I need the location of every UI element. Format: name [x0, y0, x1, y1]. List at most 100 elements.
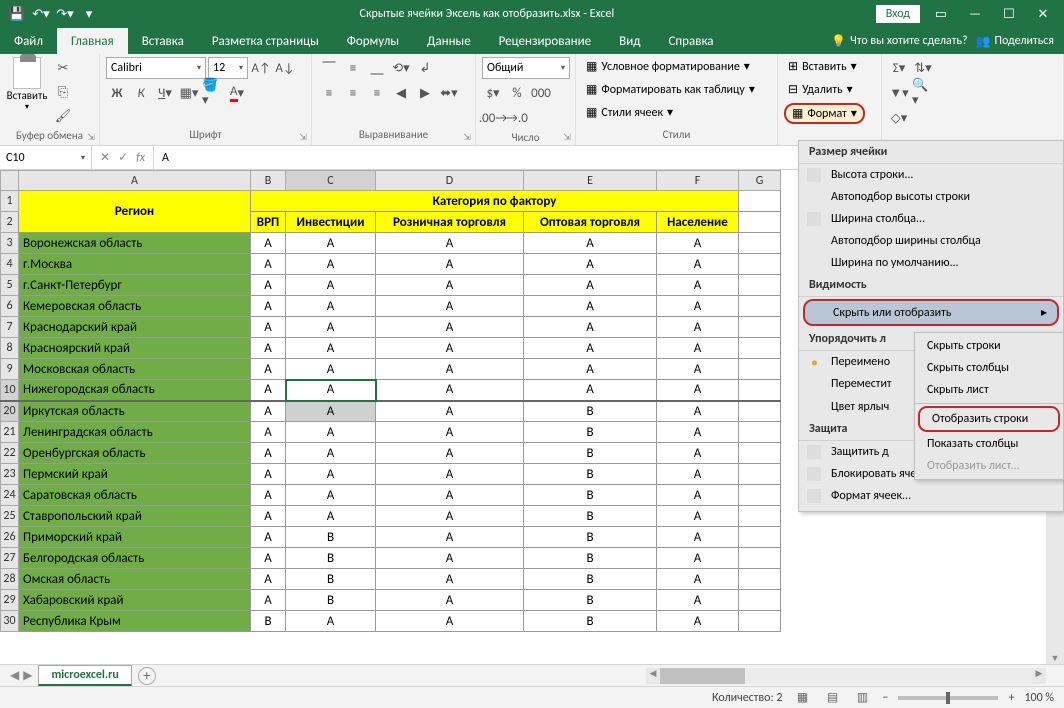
row-header[interactable]: 23	[1, 464, 19, 485]
menu-hide-unhide[interactable]: Скрыть или отобразить▸	[803, 299, 1059, 326]
cell[interactable]: A	[251, 590, 286, 611]
cell[interactable]: A	[657, 296, 739, 317]
cell[interactable]: A	[286, 233, 376, 254]
cell[interactable]: A	[376, 611, 524, 632]
row-header[interactable]: 30	[1, 611, 19, 632]
tab-page-layout[interactable]: Разметка страницы	[198, 28, 333, 54]
align-top-icon[interactable]: ⎺	[318, 57, 340, 79]
format-painter-icon[interactable]: 🖌	[52, 105, 74, 127]
cell[interactable]	[739, 359, 781, 380]
cell[interactable]: г.Москва	[19, 254, 251, 275]
row-header[interactable]: 28	[1, 569, 19, 590]
row-header[interactable]: 6	[1, 296, 19, 317]
number-launcher-icon[interactable]: ⇲	[561, 131, 573, 143]
cell[interactable]: A	[251, 506, 286, 527]
scroll-thumb[interactable]	[660, 668, 745, 684]
cell[interactable]: A	[286, 506, 376, 527]
submenu-unhide-sheet[interactable]: Отобразить лист...	[915, 455, 1063, 477]
cell[interactable]: A	[524, 380, 657, 401]
border-icon[interactable]: ▦▾	[178, 82, 200, 104]
cell[interactable]: A	[376, 443, 524, 464]
cell[interactable]: A	[251, 548, 286, 569]
cell[interactable]: A	[251, 443, 286, 464]
cell[interactable]: B	[524, 527, 657, 548]
row-header[interactable]: 29	[1, 590, 19, 611]
row-header[interactable]: 10	[1, 380, 19, 401]
row-header[interactable]: 1	[1, 191, 19, 212]
cell[interactable]: A	[657, 317, 739, 338]
cell[interactable]: A	[376, 254, 524, 275]
cell[interactable]: Красноярский край	[19, 338, 251, 359]
italic-button[interactable]: К	[130, 82, 152, 104]
row-header[interactable]: 4	[1, 254, 19, 275]
row-header[interactable]: 20	[1, 401, 19, 422]
orientation-icon[interactable]: ⟲▾	[390, 57, 412, 79]
column-header[interactable]: G	[739, 171, 781, 191]
cell[interactable]	[739, 464, 781, 485]
cell[interactable]: Московская область	[19, 359, 251, 380]
row-header[interactable]: 8	[1, 338, 19, 359]
cell[interactable]: Ставропольский край	[19, 506, 251, 527]
cell[interactable]	[739, 254, 781, 275]
format-cells-button[interactable]: ▦Формат▾	[784, 103, 865, 124]
cut-icon[interactable]: ✂	[52, 57, 74, 79]
cell[interactable]: A	[657, 422, 739, 443]
cell[interactable]: B	[524, 443, 657, 464]
insert-cells-button[interactable]: ⊞Вставить▾	[784, 57, 861, 76]
cell[interactable]: A	[251, 380, 286, 401]
clear-icon[interactable]: ◇▾	[888, 107, 910, 129]
tell-me-input[interactable]: 💡 Что вы хотите сделать?	[831, 34, 967, 49]
delete-cells-button[interactable]: ⊟Удалить▾	[784, 80, 857, 99]
zoom-slider[interactable]	[898, 696, 998, 700]
cell[interactable]: Пермский край	[19, 464, 251, 485]
normal-view-icon[interactable]: ▦	[792, 690, 812, 706]
cell[interactable]: A	[376, 338, 524, 359]
cell[interactable]: A	[376, 317, 524, 338]
column-header[interactable]: A	[19, 171, 251, 191]
undo-icon[interactable]: ↶▾	[32, 5, 50, 23]
cell[interactable]: A	[251, 233, 286, 254]
tab-data[interactable]: Данные	[413, 28, 485, 54]
increase-decimal-icon[interactable]: .00→	[482, 107, 504, 129]
cell[interactable]	[739, 233, 781, 254]
horizontal-scrollbar[interactable]: ◀ ▶	[646, 668, 1046, 684]
cell[interactable]: A	[376, 548, 524, 569]
share-button[interactable]: 👥 Поделиться	[976, 34, 1054, 49]
column-header[interactable]: C	[286, 171, 376, 191]
cell[interactable]	[739, 401, 781, 422]
cell[interactable]: A	[524, 296, 657, 317]
accounting-icon[interactable]: $▾	[482, 82, 504, 104]
cell[interactable]: A	[657, 380, 739, 401]
cell[interactable]: Белгородская область	[19, 548, 251, 569]
cell[interactable]: г.Санкт-Петербург	[19, 275, 251, 296]
menu-autofit-row[interactable]: Автоподбор высоты строки	[799, 186, 1063, 208]
cell[interactable]	[739, 485, 781, 506]
row-header[interactable]: 9	[1, 359, 19, 380]
menu-autofit-col[interactable]: Автоподбор ширины столбца	[799, 230, 1063, 252]
zoom-out-icon[interactable]: −	[882, 691, 888, 705]
cell[interactable]: A	[286, 359, 376, 380]
cell[interactable]	[739, 443, 781, 464]
align-launcher-icon[interactable]: ⇲	[461, 131, 473, 143]
cell[interactable]: A	[251, 422, 286, 443]
conditional-formatting-button[interactable]: ▦Условное форматирование▾	[582, 57, 754, 76]
cell[interactable]: A	[286, 422, 376, 443]
percent-icon[interactable]: %	[506, 82, 528, 104]
cell[interactable]: A	[376, 590, 524, 611]
decrease-decimal-icon[interactable]: →.0	[506, 107, 528, 129]
cell[interactable]: Республика Крым	[19, 611, 251, 632]
row-header[interactable]: 26	[1, 527, 19, 548]
cell[interactable]: A	[286, 611, 376, 632]
merge-icon[interactable]: ⬌▾	[438, 82, 460, 104]
row-header[interactable]: 22	[1, 443, 19, 464]
column-header[interactable]: D	[376, 171, 524, 191]
submenu-unhide-cols[interactable]: Показать столбцы	[915, 433, 1063, 455]
column-header[interactable]: B	[251, 171, 286, 191]
cell[interactable]: A	[251, 317, 286, 338]
cell[interactable]: A	[286, 254, 376, 275]
tab-formulas[interactable]: Формулы	[333, 28, 413, 54]
align-center-icon[interactable]: ≡	[342, 82, 364, 104]
cell[interactable]: A	[251, 275, 286, 296]
clipboard-launcher-icon[interactable]: ⇲	[85, 131, 97, 143]
cell[interactable]: A	[251, 401, 286, 422]
